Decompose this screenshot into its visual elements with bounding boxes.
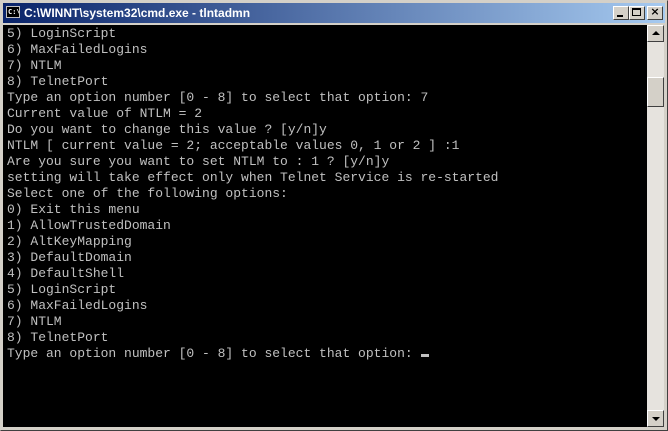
console-line: Do you want to change this value ? [y/n]… (7, 122, 327, 137)
console-window: C:\ C:\WINNT\system32\cmd.exe - tlntadmn… (0, 0, 668, 431)
console-line: Are you sure you want to set NTLM to : 1… (7, 154, 390, 169)
console-output: 5) LoginScript 6) MaxFailedLogins 7) NTLM 8… (3, 25, 647, 345)
scroll-thumb[interactable] (647, 77, 664, 107)
text-cursor (421, 354, 430, 357)
prompt-text: Type an option number [0 - 8] to select … (7, 346, 421, 361)
console-line: setting will take effect only when Telne… (7, 170, 499, 185)
console-line: 0) Exit this menu (7, 202, 140, 217)
console-line: Select one of the following options: (7, 186, 288, 201)
title-bar[interactable]: C:\ C:\WINNT\system32\cmd.exe - tlntadmn… (3, 3, 665, 23)
minimize-button[interactable] (613, 6, 629, 20)
close-button[interactable]: × (647, 5, 663, 20)
prompt-line[interactable]: Type an option number [0 - 8] to select … (3, 346, 647, 362)
console-line: 6) MaxFailedLogins (7, 42, 148, 57)
console-line: 4) DefaultShell (7, 266, 125, 281)
vertical-scrollbar[interactable] (647, 25, 664, 427)
arrow-up-icon (652, 31, 660, 35)
console-line: 7) NTLM (7, 314, 62, 329)
minimize-icon (617, 15, 623, 17)
window-title: C:\WINNT\system32\cmd.exe - tlntadmn (24, 6, 251, 20)
console-line: Type an option number [0 - 8] to select … (7, 90, 429, 105)
console-line: 1) AllowTrustedDomain (7, 218, 171, 233)
console-line: 2) AltKeyMapping (7, 234, 132, 249)
console-line: 7) NTLM (7, 58, 62, 73)
console-line: 5) LoginScript (7, 26, 117, 41)
maximize-icon (632, 8, 641, 16)
console-line: 8) TelnetPort (7, 330, 109, 345)
console-line: 5) LoginScript (7, 282, 117, 297)
arrow-down-icon (652, 417, 660, 421)
scroll-down-button[interactable] (647, 410, 664, 427)
console-line: 8) TelnetPort (7, 74, 109, 89)
maximize-button[interactable] (629, 6, 645, 20)
console-area[interactable]: 5) LoginScript 6) MaxFailedLogins 7) NTLM 8… (3, 25, 647, 427)
console-line: 3) DefaultDomain (7, 250, 132, 265)
close-icon: × (650, 5, 660, 18)
scroll-up-button[interactable] (647, 25, 664, 42)
cmd-icon[interactable]: C:\ (6, 6, 20, 18)
console-line: Current value of NTLM = 2 (7, 106, 203, 121)
console-line: NTLM [ current value = 2; acceptable val… (7, 138, 460, 153)
console-line: 6) MaxFailedLogins (7, 298, 148, 313)
